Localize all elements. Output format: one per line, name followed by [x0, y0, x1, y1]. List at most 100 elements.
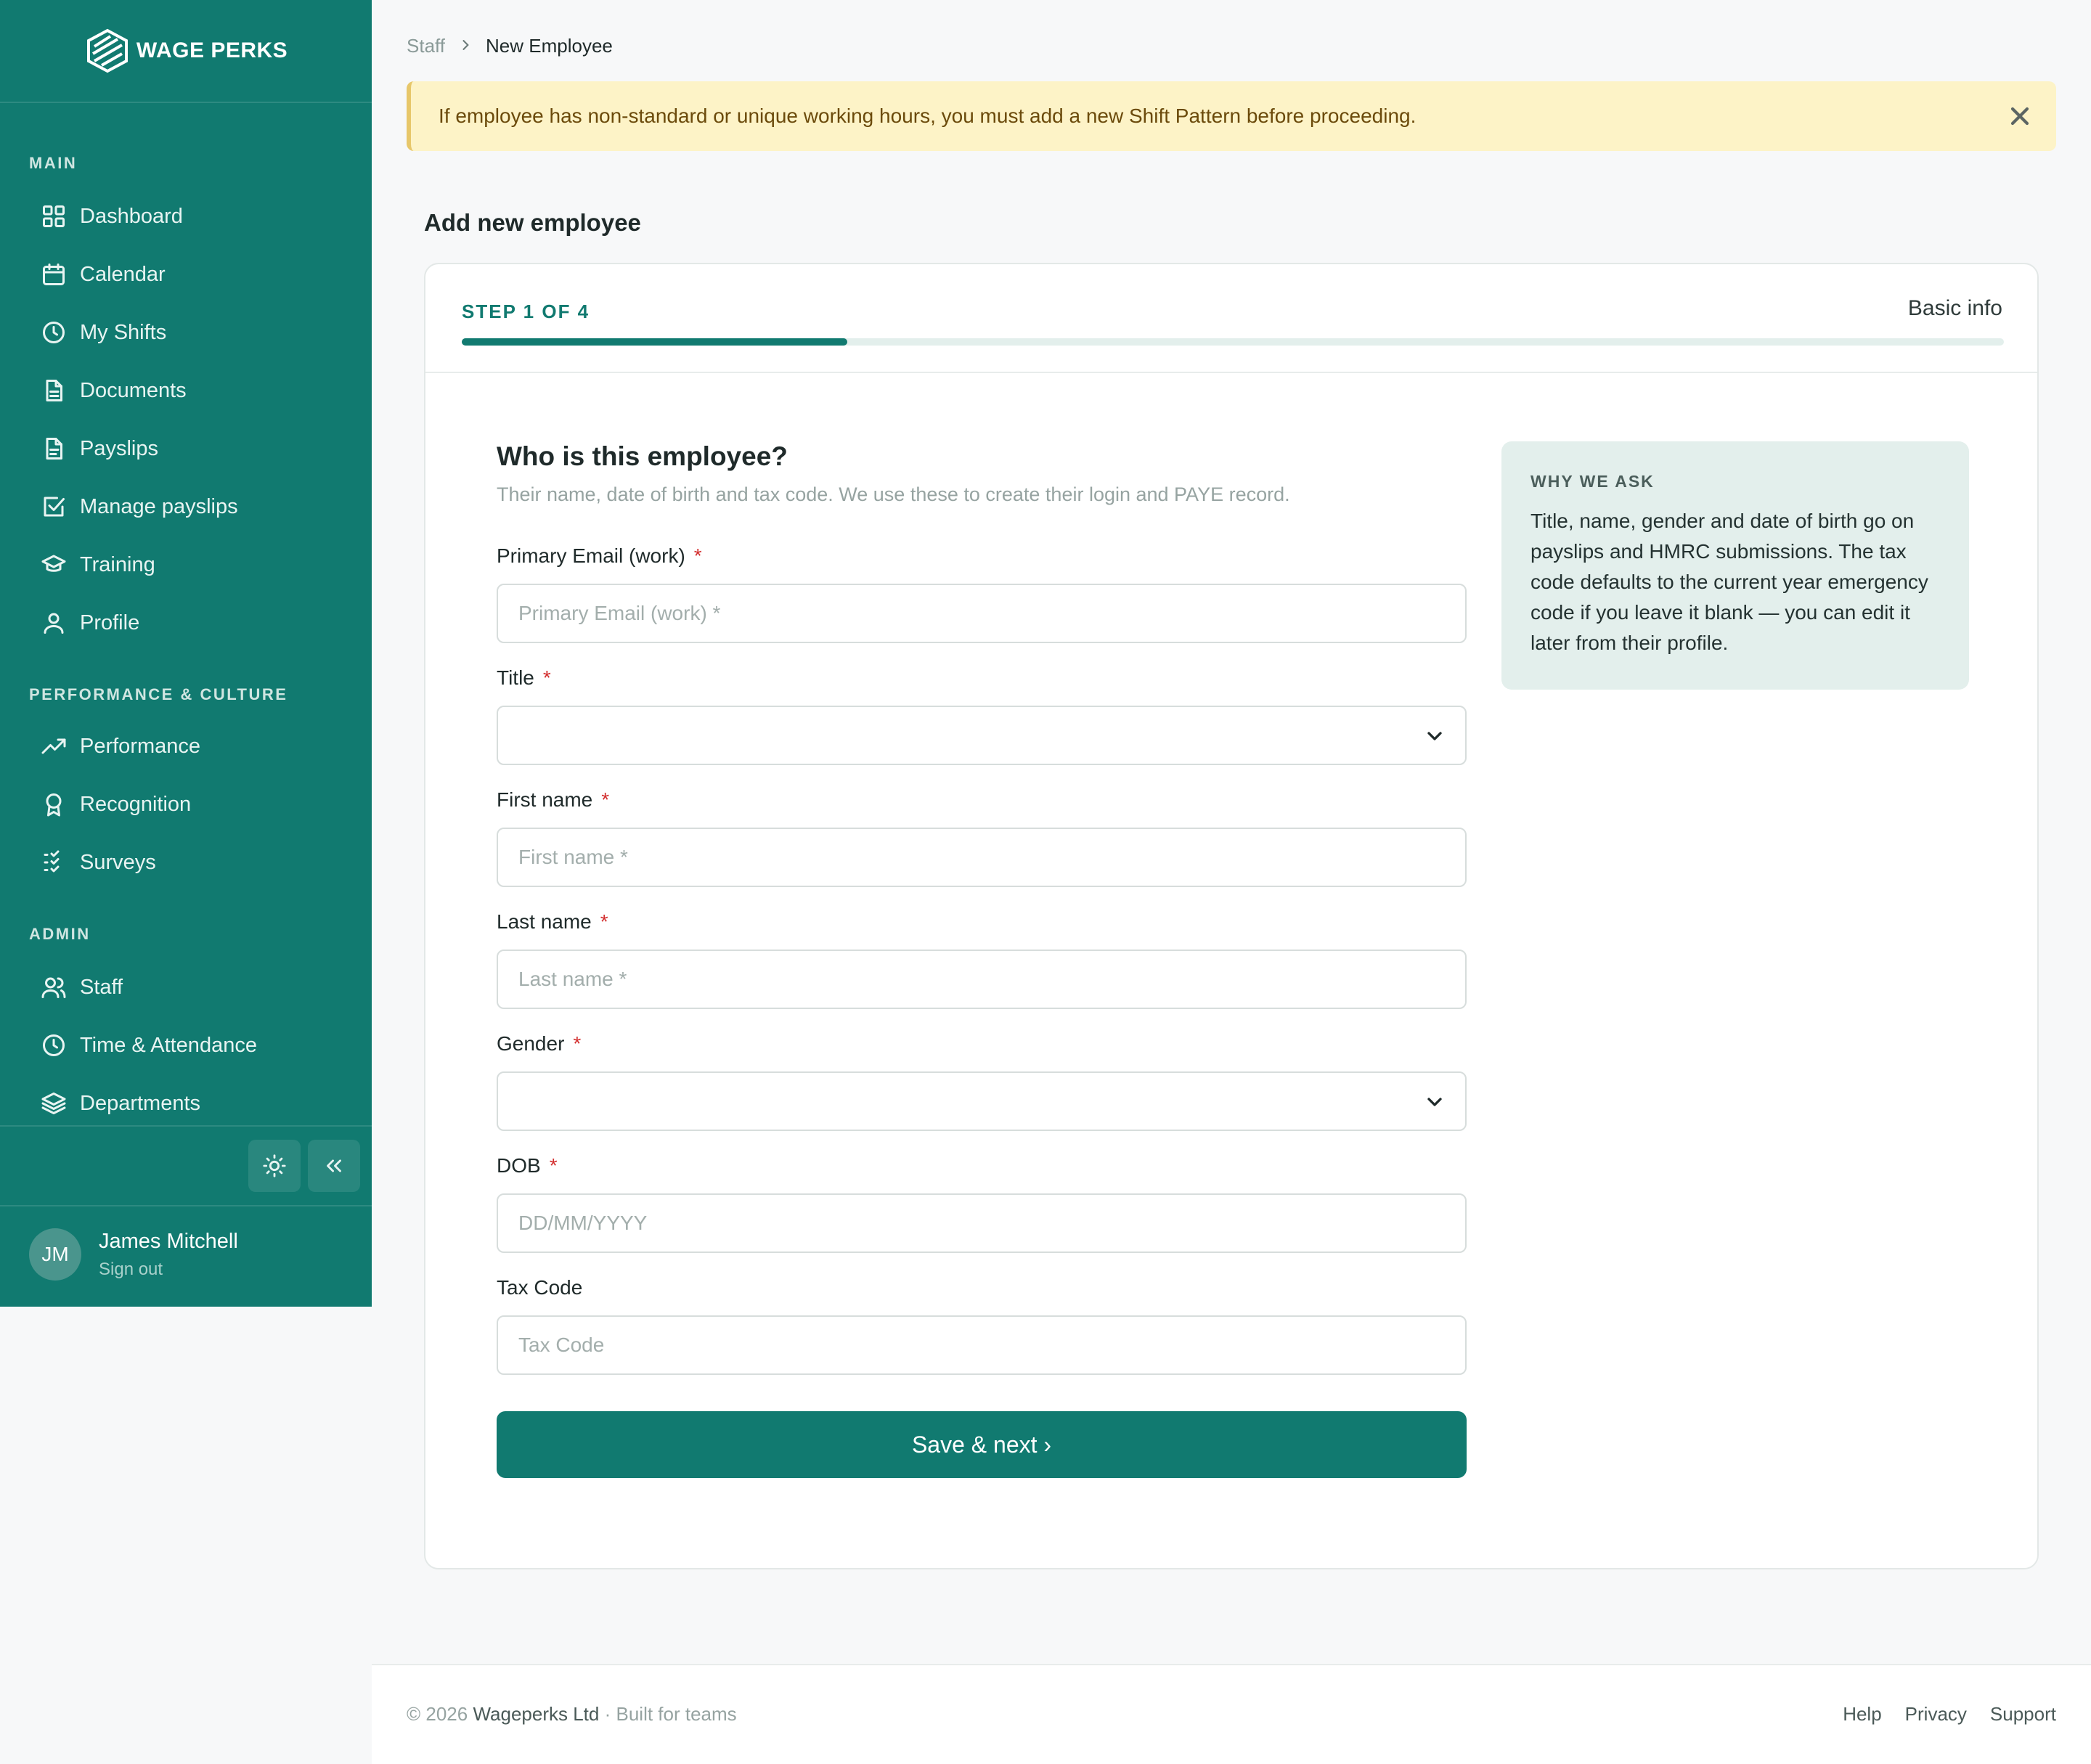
checklist-icon: [44, 850, 60, 873]
tax-code-label-text: Tax Code: [497, 1276, 583, 1299]
sidebar-item-profile[interactable]: Profile: [29, 601, 341, 645]
tax-code-label: Tax Code: [497, 1276, 582, 1299]
gender-select[interactable]: [497, 1071, 1467, 1131]
alert-text: If employee has non-standard or unique w…: [439, 105, 1417, 127]
collapse-sidebar-button[interactable]: [308, 1140, 360, 1192]
dob-label: DOB *: [497, 1154, 558, 1177]
chevrons-left-icon: [327, 1159, 341, 1172]
sidebar-item-label: Recognition: [80, 792, 192, 816]
form-subtitle: Their name, date of birth and tax code. …: [497, 483, 1290, 505]
trending-up-icon: [41, 738, 66, 754]
form-title: Who is this employee?: [497, 441, 788, 471]
award-icon: [46, 793, 62, 817]
sidebar-item-payslips[interactable]: Payslips: [29, 427, 341, 470]
footer-tagline: · Built for teams: [604, 1703, 737, 1725]
user-name: James Mitchell: [99, 1229, 238, 1253]
last-name-placeholder: Last name *: [518, 968, 627, 990]
employee-wizard-card: STEP 1 OF 4 Basic info Who is this emplo…: [424, 263, 2039, 1569]
footer-link-privacy[interactable]: Privacy: [1905, 1703, 1967, 1726]
save-next-button[interactable]: Save & next ›: [497, 1411, 1467, 1478]
footer-copyright: © 2026 Wageperks Ltd · Built for teams: [407, 1703, 737, 1726]
shift-pattern-alert: If employee has non-standard or unique w…: [407, 81, 2056, 151]
breadcrumb-staff-link[interactable]: Staff: [407, 35, 445, 57]
clock-icon: [43, 1034, 65, 1056]
sidebar-item-training[interactable]: Training: [29, 543, 341, 587]
sidebar-item-time-attendance[interactable]: Time & Attendance: [29, 1024, 341, 1067]
title-label: Title *: [497, 666, 551, 690]
dob-placeholder: DD/MM/YYYY: [518, 1212, 648, 1234]
required-marker: *: [573, 1032, 582, 1055]
sidebar-item-departments[interactable]: Departments: [29, 1082, 341, 1125]
step-name: Basic info: [1907, 296, 2002, 320]
checkbox-icon: [44, 497, 65, 517]
why-we-ask-panel: WHY WE ASK Title, name, gender and date …: [1501, 441, 1969, 690]
sidebar-item-my-shifts[interactable]: My Shifts: [29, 311, 341, 354]
alert-close-button[interactable]: [2005, 102, 2034, 131]
chevron-down-icon: [1427, 1098, 1442, 1106]
graduation-cap-icon: [41, 555, 66, 572]
why-text: Title, name, gender and date of birth go…: [1530, 510, 1928, 654]
breadcrumb-current: New Employee: [486, 35, 613, 57]
sidebar-item-label: Calendar: [80, 262, 166, 286]
title-select[interactable]: [497, 706, 1467, 765]
sidebar-item-label: Dashboard: [80, 204, 183, 228]
breadcrumb: Staff New Employee: [407, 35, 613, 57]
sidebar-item-calendar[interactable]: Calendar: [29, 253, 341, 296]
first-name-field[interactable]: First name *: [497, 828, 1467, 887]
sidebar-item-label: Manage payslips: [80, 494, 238, 518]
wizard-progress-fill: [462, 338, 847, 346]
email-field[interactable]: Primary Email (work) *: [497, 584, 1467, 643]
logo-icon: [86, 28, 128, 73]
sidebar-item-label: Surveys: [80, 850, 156, 874]
sidebar-item-label: Training: [80, 552, 155, 576]
brand-logo[interactable]: WAGE PERKS: [0, 0, 372, 103]
theme-toggle-button[interactable]: [248, 1140, 301, 1192]
title-label-text: Title: [497, 666, 534, 689]
calendar-icon: [43, 264, 65, 285]
section-label-main: MAIN: [29, 154, 78, 172]
sidebar-item-manage-payslips[interactable]: Manage payslips: [29, 485, 341, 528]
sidebar-item-dashboard[interactable]: Dashboard: [29, 195, 341, 238]
document-icon: [46, 438, 62, 460]
footer-link-support[interactable]: Support: [1990, 1703, 2056, 1726]
last-name-label: Last name *: [497, 910, 608, 934]
sidebar-item-surveys[interactable]: Surveys: [29, 841, 341, 884]
sidebar-item-recognition[interactable]: Recognition: [29, 783, 341, 826]
email-label: Primary Email (work) *: [497, 544, 702, 568]
document-icon: [46, 380, 62, 401]
copyright-year: © 2026: [407, 1703, 468, 1725]
sidebar-item-label: Documents: [80, 378, 187, 402]
sun-icon: [263, 1154, 286, 1177]
footer-link-help[interactable]: Help: [1843, 1703, 1881, 1726]
close-icon: [2010, 107, 2029, 126]
company-name: Wageperks Ltd: [473, 1703, 600, 1725]
users-icon: [41, 977, 66, 998]
wizard-progress-bar: [462, 338, 2004, 346]
user-menu[interactable]: JM James Mitchell Sign out: [29, 1228, 238, 1281]
chevron-right-icon: [458, 35, 473, 57]
gender-label: Gender *: [497, 1032, 581, 1055]
sidebar-item-documents[interactable]: Documents: [29, 369, 341, 412]
footer: © 2026 Wageperks Ltd · Built for teams H…: [372, 1664, 2091, 1764]
tax-code-field[interactable]: Tax Code: [497, 1315, 1467, 1375]
section-label-admin: ADMIN: [29, 925, 91, 943]
page-title: Add new employee: [424, 209, 641, 236]
sidebar-item-performance[interactable]: Performance: [29, 724, 341, 768]
required-marker: *: [549, 1154, 558, 1177]
clock-icon: [43, 322, 65, 343]
grid-icon: [43, 205, 65, 227]
dob-label-text: DOB: [497, 1154, 541, 1177]
first-name-label: First name *: [497, 788, 609, 812]
required-marker: *: [693, 544, 702, 567]
last-name-field[interactable]: Last name *: [497, 950, 1467, 1009]
dob-field[interactable]: DD/MM/YYYY: [497, 1193, 1467, 1253]
first-name-placeholder: First name *: [518, 846, 628, 868]
footer-links: Help Privacy Support: [1843, 1703, 2056, 1726]
required-marker: *: [601, 788, 610, 811]
sidebar-item-staff[interactable]: Staff: [29, 965, 341, 1009]
sidebar-item-label: Time & Attendance: [80, 1033, 257, 1057]
avatar: JM: [29, 1228, 81, 1281]
required-marker: *: [600, 910, 608, 933]
tax-code-placeholder: Tax Code: [518, 1334, 605, 1356]
sign-out-link[interactable]: Sign out: [99, 1259, 238, 1280]
